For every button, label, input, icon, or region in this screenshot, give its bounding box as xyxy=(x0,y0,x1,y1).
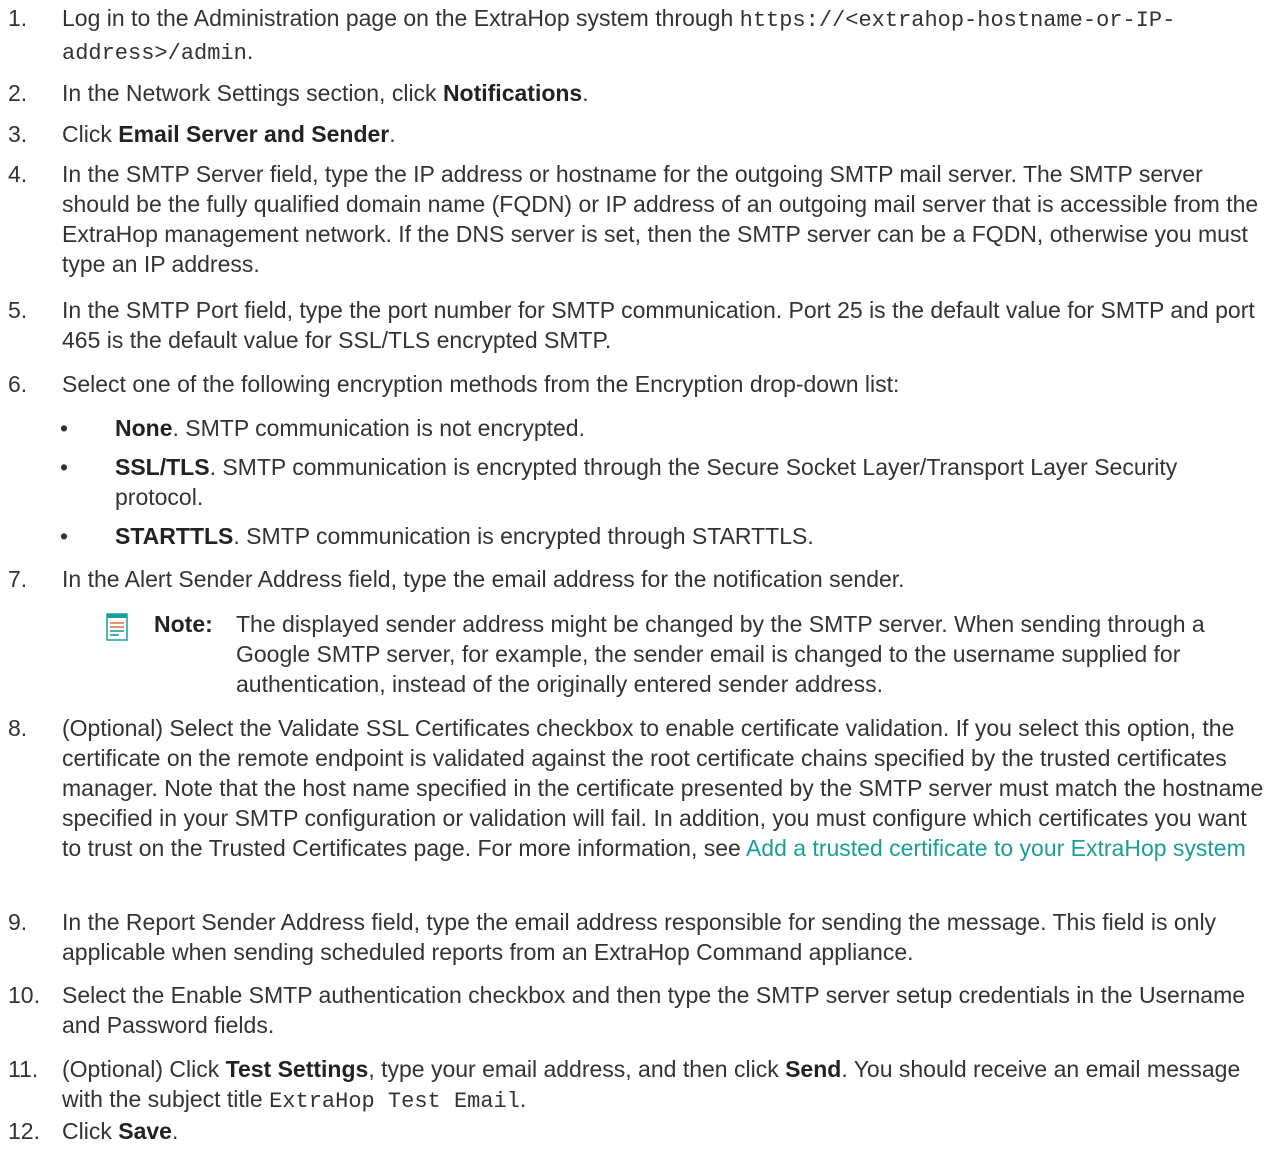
step-number: 9. xyxy=(8,909,28,935)
step-text: Click xyxy=(62,1118,119,1144)
step-number: 6. xyxy=(8,371,28,397)
email-server-label: Email Server and Sender xyxy=(118,121,390,147)
step-text: In the SMTP Port field, type the port nu… xyxy=(62,297,1255,353)
step-text-end: . xyxy=(519,1086,527,1112)
option-name: SSL/TLS xyxy=(115,454,210,480)
step-text-end: . xyxy=(171,1118,179,1144)
option-text: . SMTP communication is encrypted throug… xyxy=(233,523,814,549)
step-number: 5. xyxy=(8,297,28,323)
step-text: , type your email address, and then clic… xyxy=(368,1056,786,1082)
option-text: . SMTP communication is encrypted throug… xyxy=(115,454,1178,510)
step-number: 2. xyxy=(8,80,28,106)
step-text: In the Alert Sender Address field, type … xyxy=(62,566,905,592)
bullet-dot: • xyxy=(60,523,69,549)
note-text: The displayed sender address might be ch… xyxy=(236,611,1205,697)
bullet-dot: • xyxy=(60,454,69,480)
notifications-label: Notifications xyxy=(442,80,583,106)
step-number: 8. xyxy=(8,715,28,741)
save-label: Save xyxy=(118,1118,172,1144)
note-label: Note: xyxy=(154,611,213,637)
step-text: Select the Enable SMTP authentication ch… xyxy=(62,982,1246,1038)
option-name: STARTTLS xyxy=(115,523,234,549)
step-number: 12. xyxy=(8,1118,40,1144)
send-label: Send xyxy=(785,1056,842,1082)
step-number: 4. xyxy=(8,161,28,187)
step-text: In the Report Sender Address field, type… xyxy=(62,909,1217,965)
step-text-end: . xyxy=(582,80,589,106)
step-text: Click xyxy=(62,121,119,147)
step-number: 7. xyxy=(8,566,28,592)
bullet-dot: • xyxy=(60,415,69,441)
step-number: 11. xyxy=(8,1056,39,1082)
note-icon xyxy=(106,613,128,641)
step-text: In the Network Settings section, click xyxy=(62,80,443,106)
trusted-certificate-link[interactable]: Add a trusted certificate to your ExtraH… xyxy=(746,835,1246,861)
step-text-end: . xyxy=(246,38,254,64)
step-text-end: . xyxy=(389,121,396,147)
step-number: 1. xyxy=(8,5,28,31)
option-text: . SMTP communication is not encrypted. xyxy=(172,415,585,441)
option-name: None xyxy=(115,415,173,441)
step-number: 10. xyxy=(8,982,40,1008)
step-text: Select one of the following encryption m… xyxy=(62,371,900,397)
step-text: In the SMTP Server field, type the IP ad… xyxy=(62,161,1259,277)
step-number: 3. xyxy=(8,121,28,147)
test-email-subject-code: ExtraHop Test Email xyxy=(269,1089,520,1114)
step-text: Log in to the Administration page on the… xyxy=(62,5,740,31)
test-settings-label: Test Settings xyxy=(225,1056,369,1082)
step-text: (Optional) Click xyxy=(62,1056,226,1082)
